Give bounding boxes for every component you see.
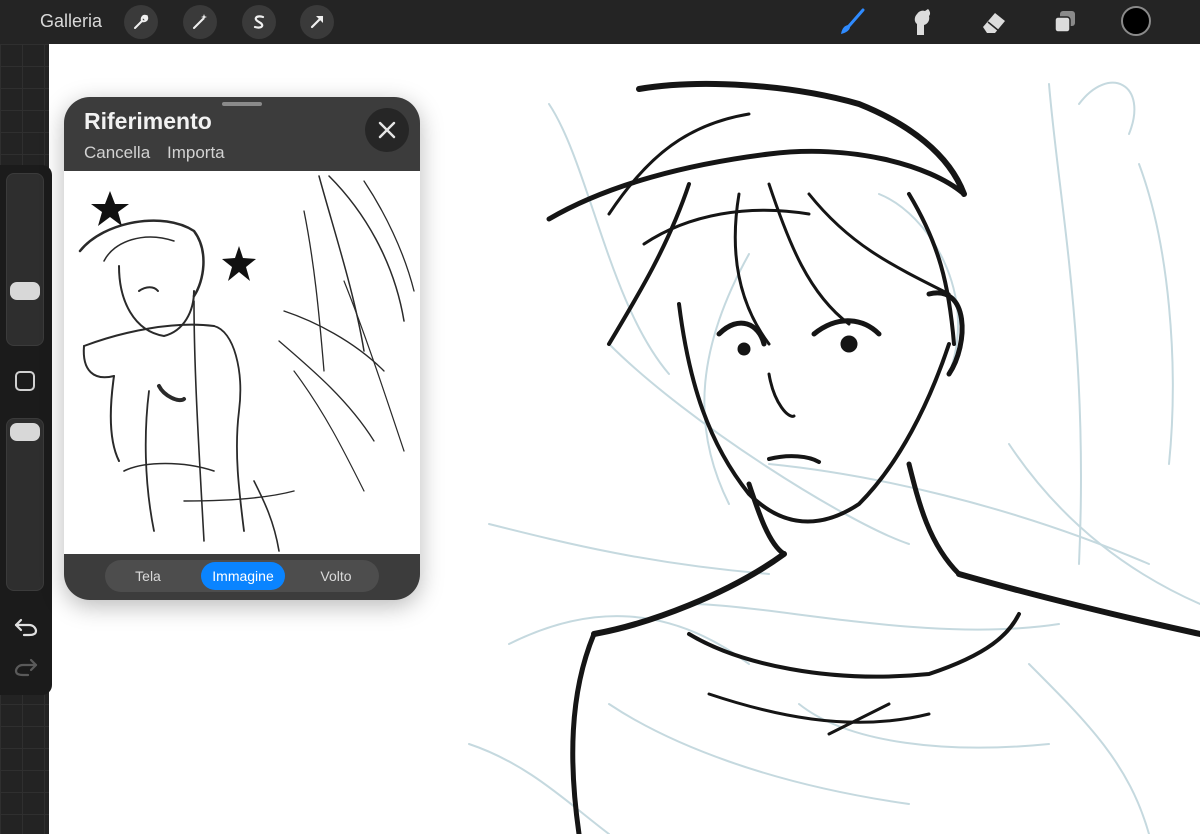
opacity-slider[interactable]: [6, 418, 44, 591]
panel-grabber[interactable]: [222, 102, 262, 106]
clear-button[interactable]: Cancella: [84, 143, 150, 163]
brush-size-slider[interactable]: [6, 173, 44, 346]
side-toolbar: [0, 165, 52, 695]
star-icon: [91, 191, 129, 226]
gallery-button[interactable]: Galleria: [40, 11, 102, 32]
close-button[interactable]: [365, 108, 409, 152]
modify-button[interactable]: [15, 371, 35, 391]
magic-wand-icon[interactable]: [183, 5, 217, 39]
redo-icon[interactable]: [13, 655, 39, 677]
selection-icon[interactable]: [242, 5, 276, 39]
segment-image[interactable]: Immagine: [201, 562, 285, 590]
wrench-icon[interactable]: [124, 5, 158, 39]
brush-size-handle[interactable]: [10, 282, 40, 300]
reference-image: [64, 171, 420, 554]
segment-canvas[interactable]: Tela: [105, 560, 191, 592]
reference-mode-control: Tela Immagine Volto: [105, 560, 379, 592]
import-button[interactable]: Importa: [167, 143, 225, 163]
close-icon: [378, 121, 396, 139]
reference-title: Riferimento: [84, 108, 212, 134]
transform-arrow-icon[interactable]: [300, 5, 334, 39]
segment-face[interactable]: Volto: [293, 560, 379, 592]
layers-icon[interactable]: [1047, 4, 1083, 40]
reference-panel: Riferimento Cancella Importa Tela Immagi…: [64, 97, 420, 600]
undo-icon[interactable]: [13, 615, 39, 637]
brush-icon[interactable]: [834, 4, 870, 40]
opacity-handle[interactable]: [10, 423, 40, 441]
smudge-icon[interactable]: [904, 4, 940, 40]
top-toolbar: Galleria: [0, 0, 1200, 44]
color-picker[interactable]: [1121, 6, 1151, 36]
star-icon: [222, 246, 256, 281]
eraser-icon[interactable]: [976, 4, 1012, 40]
